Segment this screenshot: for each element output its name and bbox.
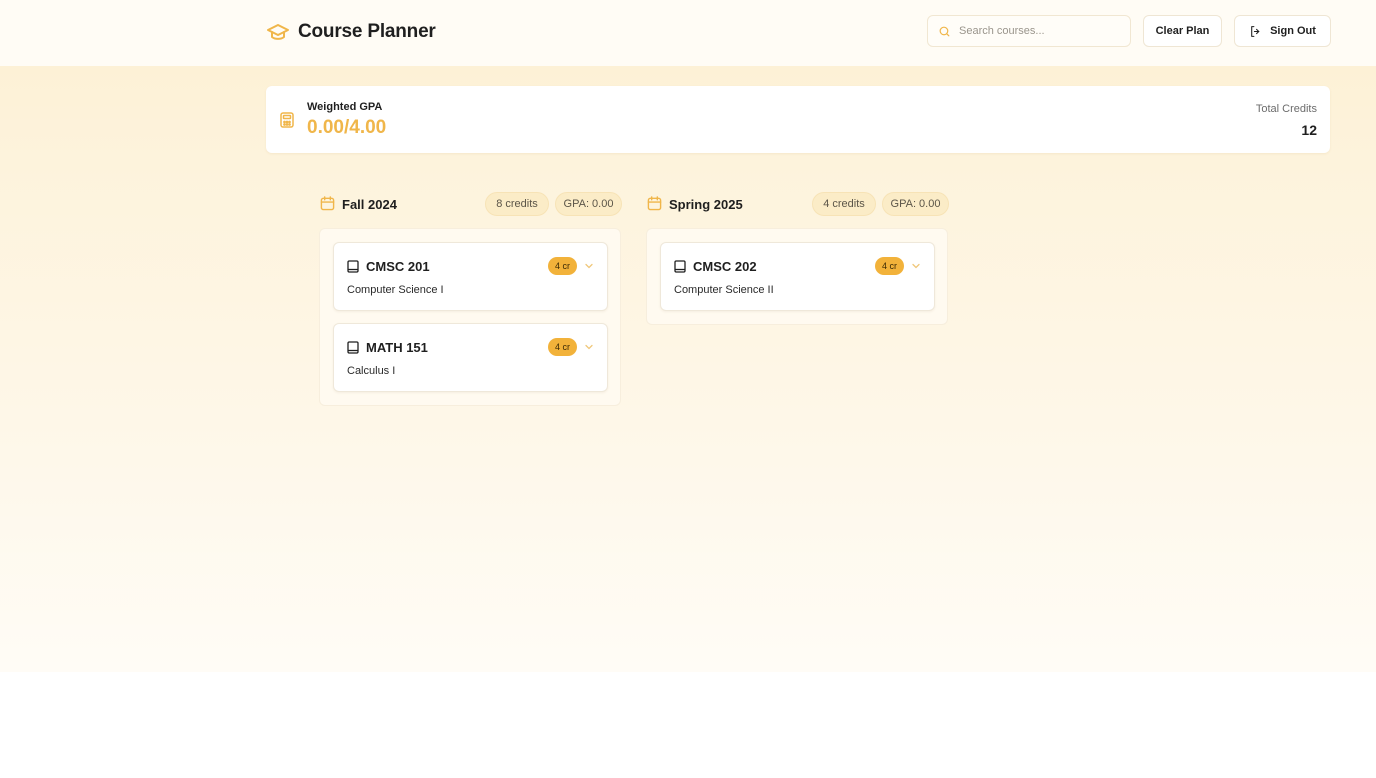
book-icon [347,260,359,273]
calendar-icon [647,196,662,211]
search-icon [939,26,950,36]
search-input[interactable] [959,25,1119,37]
sign-out-label: Sign Out [1270,25,1316,37]
semester-credits-badge: 4 credits [812,192,876,216]
sign-out-icon [1251,25,1260,37]
app-title: Course Planner [298,21,436,42]
semester-spring-2025: Spring 2025 4 credits GPA: 0.00 CMSC 202… [646,191,949,325]
semester-fall-2024: Fall 2024 8 credits GPA: 0.00 CMSC 201 4… [319,191,622,406]
gpa-summary-card: Weighted GPA 0.00/4.00 Total Credits 12 [266,86,1330,153]
header: Course Planner Clear Plan Sign Out [0,0,1376,66]
book-icon [674,260,686,273]
clear-plan-button[interactable]: Clear Plan [1143,15,1222,47]
semester-title: Spring 2025 [669,197,743,212]
semester-credits-badge: 8 credits [485,192,549,216]
chevron-down-icon[interactable] [584,261,594,271]
semester-header: Spring 2025 4 credits GPA: 0.00 [646,191,949,218]
gpa-label: Weighted GPA [307,101,383,113]
course-credits-badge: 4 cr [548,257,577,275]
course-card[interactable]: CMSC 202 4 cr Computer Science II [660,242,935,311]
clear-plan-label: Clear Plan [1155,25,1210,37]
course-name: Calculus I [347,365,396,377]
course-card[interactable]: MATH 151 4 cr Calculus I [333,323,608,392]
course-credits-badge: 4 cr [875,257,904,275]
semester-course-list: CMSC 201 4 cr Computer Science I MATH 15… [319,228,621,406]
graduation-cap-icon [267,24,289,40]
semester-gpa-badge: GPA: 0.00 [882,192,949,216]
search-box[interactable] [927,15,1131,47]
book-icon [347,341,359,354]
course-code: MATH 151 [366,340,428,355]
sign-out-button[interactable]: Sign Out [1234,15,1331,47]
total-credits-label: Total Credits [1255,103,1317,115]
semester-title: Fall 2024 [342,197,397,212]
total-credits-value: 12 [1301,122,1317,138]
calculator-icon [280,112,294,128]
course-card[interactable]: CMSC 201 4 cr Computer Science I [333,242,608,311]
course-credits-badge: 4 cr [548,338,577,356]
chevron-down-icon[interactable] [584,342,594,352]
course-code: CMSC 201 [366,259,430,274]
course-name: Computer Science I [347,284,444,296]
gpa-value: 0.00/4.00 [307,117,387,138]
semester-header: Fall 2024 8 credits GPA: 0.00 [319,191,622,218]
calendar-icon [320,196,335,211]
app-background: Course Planner Clear Plan Sign Out [0,0,1376,672]
semester-course-list: CMSC 202 4 cr Computer Science II [646,228,948,325]
brand: Course Planner [266,18,436,46]
page: Course Planner Clear Plan Sign Out [0,0,1376,778]
course-name: Computer Science II [674,284,774,296]
course-code: CMSC 202 [693,259,757,274]
semester-gpa-badge: GPA: 0.00 [555,192,622,216]
chevron-down-icon[interactable] [911,261,921,271]
